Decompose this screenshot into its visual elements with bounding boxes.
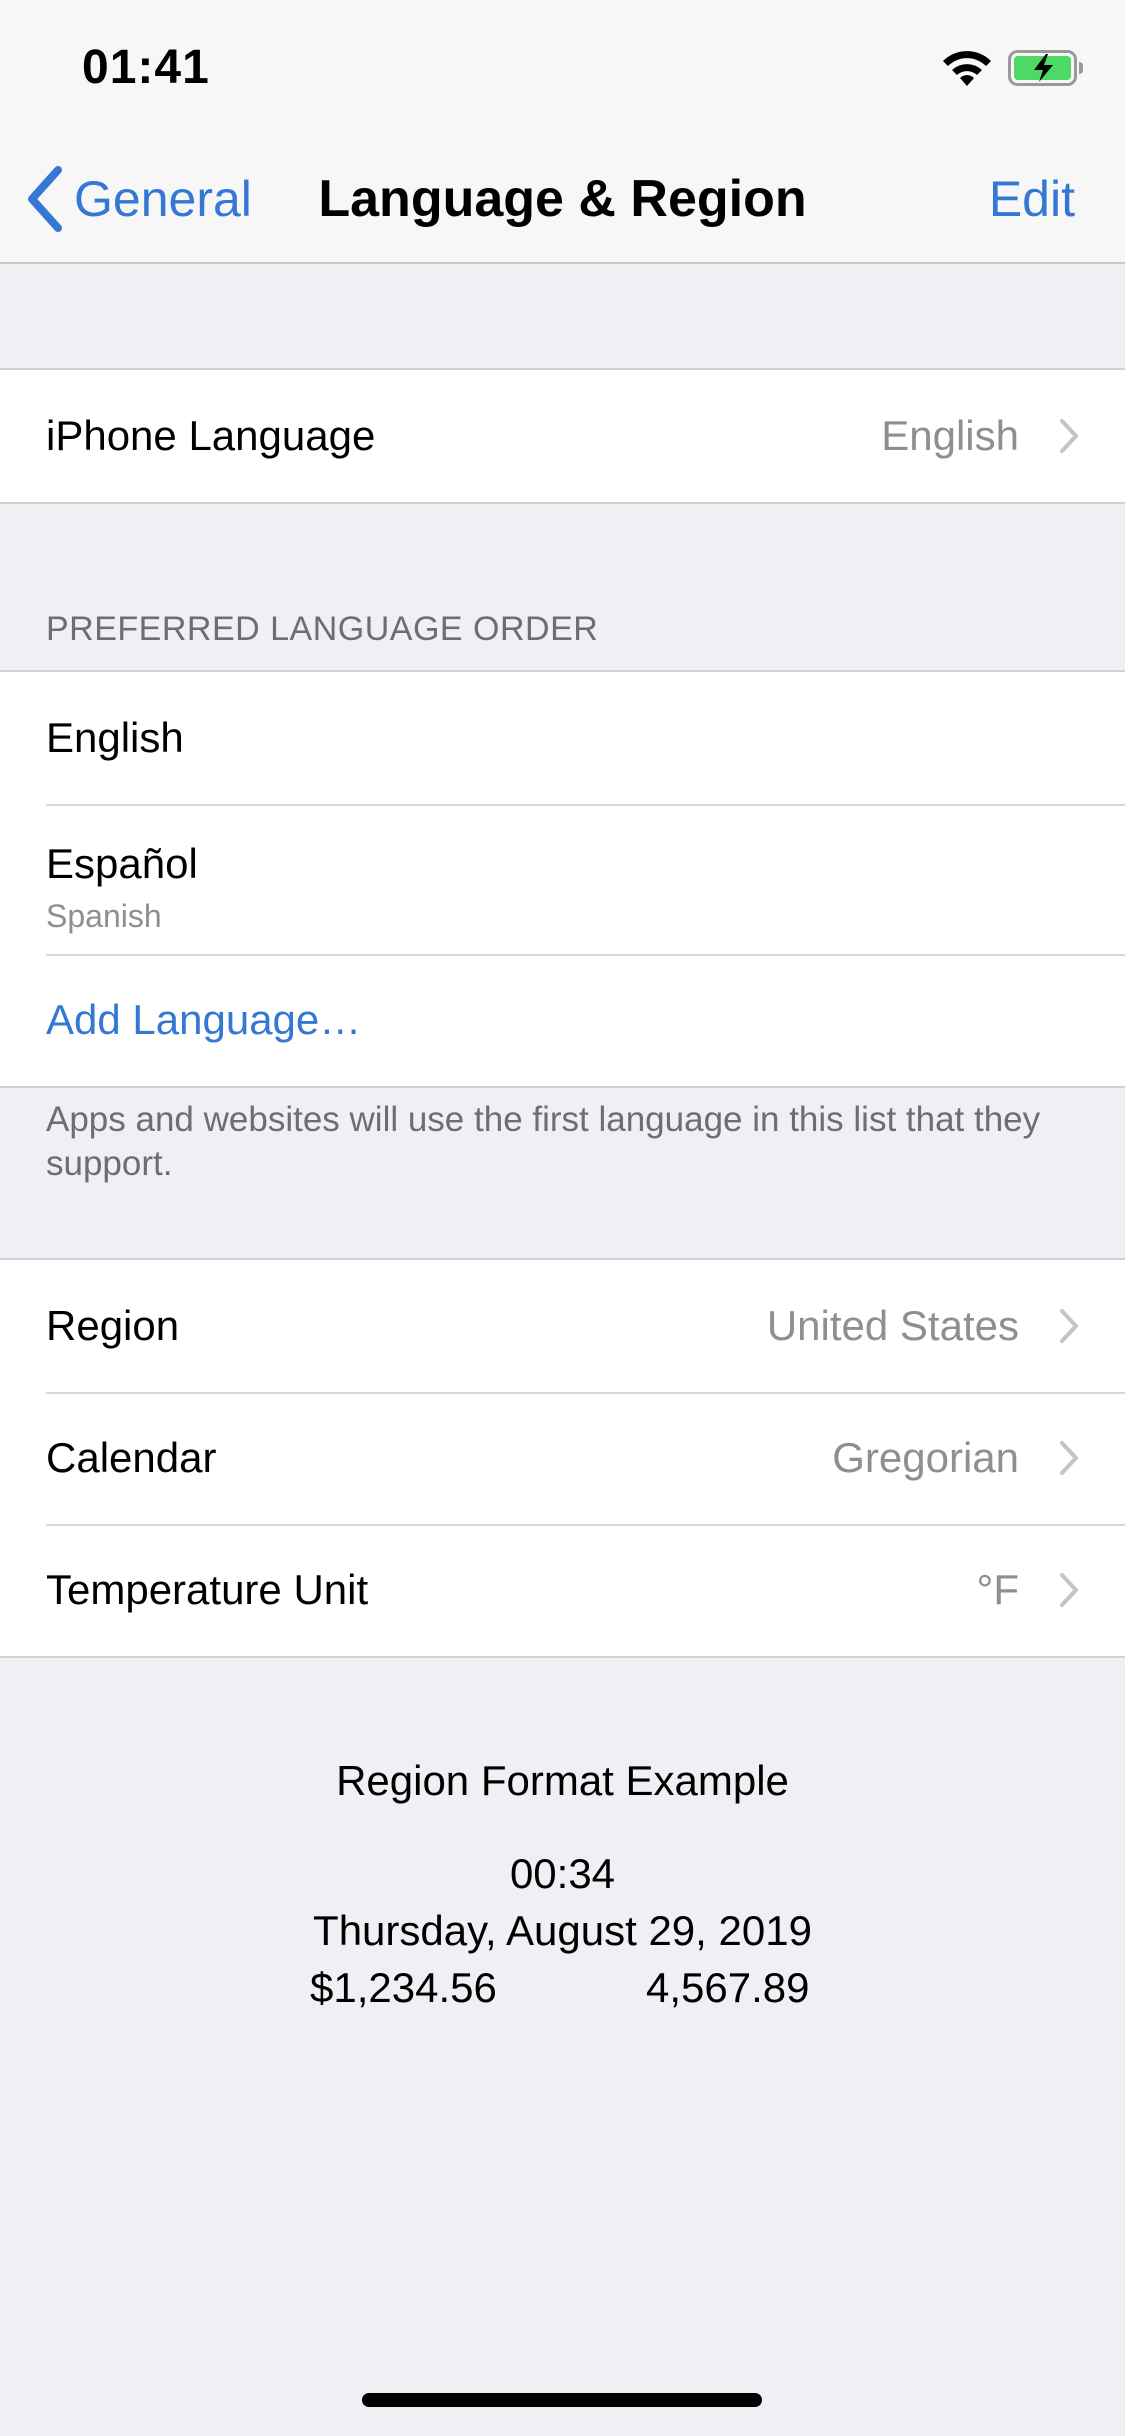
format-example-title: Region Format Example xyxy=(336,1757,789,1804)
status-time: 01:41 xyxy=(82,41,210,94)
back-button[interactable]: General xyxy=(24,162,252,236)
region-label: Region xyxy=(46,1302,180,1349)
home-indicator[interactable] xyxy=(362,2393,762,2407)
preferred-language-header: PREFERRED LANGUAGE ORDER xyxy=(46,610,599,648)
iphone-language-group: iPhone Language English xyxy=(0,368,1125,504)
format-example-time: 00:34 xyxy=(509,1850,616,1897)
status-bar: 01:41 xyxy=(0,0,1125,132)
chevron-right-icon xyxy=(1060,1441,1078,1475)
add-language-row[interactable]: Add Language… xyxy=(0,954,1125,1086)
iphone-language-label: iPhone Language xyxy=(46,412,376,459)
back-button-label: General xyxy=(74,171,252,227)
temperature-unit-row[interactable]: Temperature Unit °F xyxy=(0,1524,1125,1656)
wifi-icon xyxy=(943,51,991,86)
chevron-left-icon xyxy=(28,166,62,232)
iphone-language-value: English xyxy=(881,412,1019,459)
calendar-value: Gregorian xyxy=(832,1434,1019,1481)
calendar-row[interactable]: Calendar Gregorian xyxy=(0,1392,1125,1524)
language-subtitle: Spanish xyxy=(46,898,162,934)
chevron-right-icon xyxy=(1060,419,1078,453)
region-settings-group: Region United States Calendar Gregorian … xyxy=(0,1258,1125,1658)
temperature-unit-label: Temperature Unit xyxy=(46,1566,369,1613)
format-example-currency: $1,234.56 xyxy=(310,1964,497,2011)
format-example-date: Thursday, August 29, 2019 xyxy=(313,1907,812,1954)
battery-charging-icon xyxy=(1008,50,1083,86)
region-value: United States xyxy=(766,1302,1019,1349)
region-row[interactable]: Region United States xyxy=(0,1260,1125,1392)
language-label: Español xyxy=(46,840,198,887)
navigation-bar: General Language & Region Edit xyxy=(0,132,1125,264)
language-row-espanol[interactable]: Español Spanish xyxy=(0,804,1125,954)
calendar-label: Calendar xyxy=(46,1434,217,1481)
iphone-language-row[interactable]: iPhone Language English xyxy=(0,370,1125,502)
screen: 01:41 General Language & Region Edit iPh… xyxy=(0,0,1125,2436)
edit-button[interactable]: Edit xyxy=(989,162,1075,236)
chevron-right-icon xyxy=(1060,1309,1078,1343)
preferred-language-group: English Español Spanish Add Language… xyxy=(0,670,1125,1088)
language-label: English xyxy=(46,714,184,761)
add-language-button[interactable]: Add Language… xyxy=(46,954,361,1086)
format-example-number: 4,567.89 xyxy=(646,1964,810,2011)
language-row-english[interactable]: English xyxy=(0,672,1125,804)
temperature-unit-value: °F xyxy=(976,1566,1019,1613)
preferred-language-footer: Apps and websites will use the first lan… xyxy=(46,1100,1041,1183)
chevron-right-icon xyxy=(1060,1573,1078,1607)
